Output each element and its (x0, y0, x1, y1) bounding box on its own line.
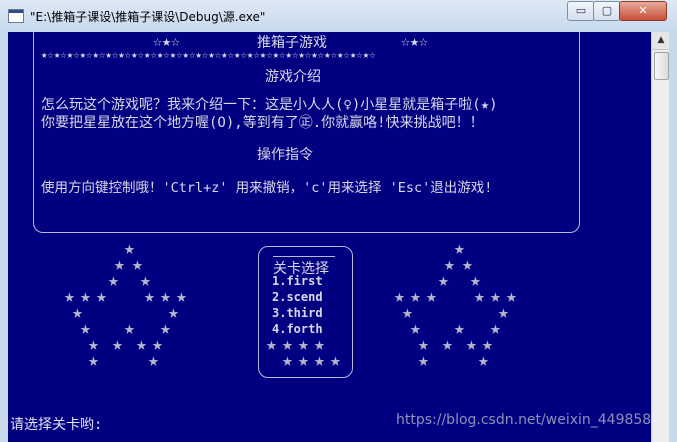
intro-heading: 游戏介绍 (265, 69, 321, 85)
star-glyph: ★ (96, 286, 107, 307)
star-glyph: ★ (108, 270, 119, 291)
intro-line-1: 怎么玩这个游戏呢？我来介绍一下：这是小人人(♀)小星星就是箱子啦(★) (41, 97, 498, 113)
star-glyph: ★ (298, 350, 309, 371)
star-glyph: ★ (454, 318, 465, 339)
left-frame (0, 32, 8, 442)
star-glyph: ★ (418, 350, 429, 371)
maximize-button[interactable]: ▢ (593, 1, 621, 21)
title-bar[interactable]: "E:\推箱子课设\推箱子课设\Debug\源.exe" ▭ ▢ ✕ (0, 0, 677, 33)
star-glyph: ★ (282, 350, 293, 371)
star-border-row: ★☆★☆★☆★☆★☆★☆★☆★☆★☆★☆★☆★☆★☆★☆★☆★☆★☆★☆★☆★☆… (41, 48, 376, 61)
intro-box-border (33, 32, 580, 233)
level-item-2[interactable]: 2.scend (272, 290, 323, 304)
intro-line-2: 你要把星星放在这个地方喔(O),等到有了㊣.你就赢咯!快来挑战吧！！ (41, 115, 484, 131)
header-stars-right: ☆★☆ (401, 32, 429, 50)
star-glyph: ★ (136, 334, 147, 355)
close-button[interactable]: ✕ (619, 1, 667, 21)
star-glyph: ★ (478, 350, 489, 371)
console-window: "E:\推箱子课设\推箱子课设\Debug\源.exe" ▭ ▢ ✕ ☆★☆ 推… (0, 0, 677, 442)
star-glyph: ★ (88, 350, 99, 371)
csdn-watermark: https://blog.csdn.net/weixin_449858 (396, 412, 651, 428)
star-glyph: ★ (124, 318, 135, 339)
right-frame (669, 32, 677, 442)
console-area[interactable]: ☆★☆ 推箱子游戏 ☆★☆ ★☆★☆★☆★☆★☆★☆★☆★☆★☆★☆★☆★☆★☆… (8, 32, 651, 442)
star-glyph: ★ (144, 286, 155, 307)
minimize-button[interactable]: ▭ (567, 1, 595, 21)
star-glyph: ★ (426, 286, 437, 307)
level-menu-top-line (273, 246, 335, 257)
star-glyph: ★ (330, 350, 341, 371)
level-item-3[interactable]: 3.third (272, 306, 323, 320)
scroll-up-arrow-icon[interactable]: ▲ (652, 32, 670, 50)
star-glyph: ★ (442, 334, 453, 355)
level-prompt: 请选择关卡哟: (10, 417, 103, 433)
star-glyph: ★ (474, 286, 485, 307)
star-glyph: ★ (314, 350, 325, 371)
star-glyph: ★ (438, 270, 449, 291)
star-glyph: ★ (112, 334, 123, 355)
level-item-1[interactable]: 1.first (272, 274, 323, 288)
controls-heading: 操作指令 (257, 147, 313, 163)
scroll-thumb[interactable] (654, 52, 669, 80)
star-glyph: ★ (266, 334, 277, 355)
star-glyph: ★ (148, 350, 159, 371)
window-title: "E:\推箱子课设\推箱子课设\Debug\源.exe" (30, 10, 266, 24)
console-app-icon (8, 9, 24, 23)
star-glyph: ★ (466, 334, 477, 355)
vertical-scrollbar[interactable]: ▲ (651, 32, 670, 442)
controls-line: 使用方向键控制哦！'Ctrl+z' 用来撤销，'c'用来选择 'Esc'退出游戏… (41, 180, 493, 196)
